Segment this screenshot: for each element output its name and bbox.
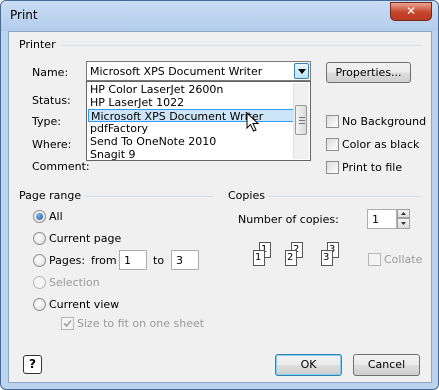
help-icon: ? — [29, 357, 36, 371]
ok-button[interactable]: OK — [275, 354, 342, 376]
print-dialog: Print ✕ Printer Name: Status: Type: Wher… — [0, 0, 439, 390]
collate-illustration-icon: 1 1 2 2 3 3 — [247, 242, 347, 272]
grip-line — [299, 120, 305, 121]
selection-radio[interactable] — [33, 276, 46, 289]
number-of-copies-value: 1 — [372, 213, 379, 226]
color-as-black-checkbox[interactable] — [326, 138, 339, 151]
ok-button-label: OK — [300, 358, 317, 371]
page-icon: 3 — [321, 250, 333, 266]
printer-option[interactable]: Send To OneNote 2010 — [88, 135, 296, 148]
window-title: Print — [10, 8, 38, 22]
collate-label: Collate — [384, 253, 423, 266]
copies-spin-down-button[interactable] — [397, 218, 410, 229]
comment-label: Comment: — [32, 160, 90, 173]
page-icon: 1 — [253, 250, 265, 266]
print-to-file-checkbox[interactable] — [326, 161, 339, 174]
page-number: 3 — [323, 252, 330, 263]
copies-group-divider — [268, 196, 421, 197]
check-icon — [63, 319, 72, 328]
collate-checkbox[interactable] — [368, 253, 381, 266]
to-label: to — [153, 254, 165, 267]
page-icon: 2 — [285, 250, 297, 266]
chevron-up-icon — [401, 212, 406, 215]
printer-option-selected[interactable]: Microsoft XPS Document Writer — [88, 109, 294, 123]
close-icon: ✕ — [405, 4, 417, 18]
from-label: from — [91, 254, 117, 267]
page-number: 1 — [255, 252, 262, 263]
name-label: Name: — [32, 66, 69, 79]
scrollbar-thumb[interactable] — [295, 105, 307, 135]
close-button[interactable]: ✕ — [390, 2, 432, 21]
printer-group-divider — [61, 45, 421, 46]
title-bar[interactable]: Print ✕ — [1, 1, 438, 31]
grip-line — [299, 123, 305, 124]
help-button[interactable]: ? — [23, 355, 42, 374]
pages-radio[interactable] — [33, 254, 46, 267]
to-page-input[interactable]: 3 — [171, 250, 199, 270]
printer-option[interactable]: HP Color LaserJet 2600n — [88, 83, 296, 96]
copies-spin-up-button[interactable] — [397, 209, 410, 218]
properties-button-label: Properties... — [335, 66, 402, 79]
type-label: Type: — [32, 115, 61, 128]
current-view-label: Current view — [49, 298, 120, 311]
number-of-copies-input[interactable]: 1 — [367, 209, 397, 229]
size-to-fit-checkbox[interactable] — [61, 317, 74, 330]
printer-name-combobox[interactable]: Microsoft XPS Document Writer — [86, 61, 311, 81]
status-label: Status: — [32, 94, 71, 107]
all-pages-label: All — [49, 210, 63, 223]
current-page-radio[interactable] — [33, 232, 46, 245]
all-pages-radio[interactable] — [33, 210, 46, 223]
from-page-input[interactable]: 1 — [119, 250, 147, 270]
properties-button[interactable]: Properties... — [326, 62, 411, 83]
size-to-fit-label: Size to fit on one sheet — [77, 317, 205, 330]
number-of-copies-label: Number of copies: — [238, 213, 339, 226]
printer-group-label: Printer — [19, 38, 56, 51]
printer-name-value: Microsoft XPS Document Writer — [90, 65, 263, 78]
page-number: 2 — [287, 252, 294, 263]
printer-option[interactable]: pdfFactory — [88, 122, 296, 135]
cancel-button-label: Cancel — [367, 358, 406, 371]
no-background-label: No Background — [342, 115, 427, 128]
from-page-value: 1 — [124, 254, 131, 267]
chevron-down-icon[interactable] — [294, 63, 309, 79]
color-as-black-label: Color as black — [342, 138, 420, 151]
printer-option[interactable]: HP LaserJet 1022 — [88, 96, 296, 109]
no-background-checkbox[interactable] — [326, 115, 339, 128]
cancel-button[interactable]: Cancel — [353, 354, 420, 376]
printer-option[interactable]: Snagit 9 — [88, 148, 296, 161]
dropdown-scrollbar[interactable] — [293, 83, 309, 159]
print-to-file-label: Print to file — [342, 161, 403, 174]
grip-line — [299, 117, 305, 118]
printer-dropdown-list[interactable]: HP Color LaserJet 2600n HP LaserJet 1022… — [86, 81, 311, 161]
selection-label: Selection — [49, 276, 100, 289]
page-range-group-divider — [84, 196, 214, 197]
pages-label: Pages: — [49, 254, 86, 267]
copies-group-label: Copies — [228, 189, 265, 202]
mouse-cursor-icon — [246, 112, 260, 132]
current-page-label: Current page — [49, 232, 122, 245]
chevron-down-icon — [401, 222, 406, 225]
to-page-value: 3 — [176, 254, 183, 267]
current-view-radio[interactable] — [33, 298, 46, 311]
dialog-client-area: Printer Name: Status: Type: Where: Comme… — [8, 31, 432, 383]
page-range-group-label: Page range — [19, 189, 82, 202]
where-label: Where: — [32, 138, 72, 151]
